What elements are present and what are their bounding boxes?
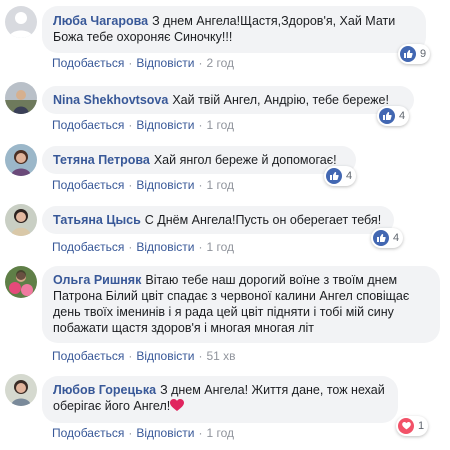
like-button[interactable]: Подобається bbox=[52, 56, 124, 70]
separator: · bbox=[128, 118, 133, 132]
separator: · bbox=[128, 426, 133, 440]
separator: · bbox=[198, 178, 203, 192]
comment-time[interactable]: 1 год bbox=[206, 240, 234, 254]
reply-button[interactable]: Відповісти bbox=[136, 349, 194, 363]
comment-actions: Подобається · Відповісти · 1 год bbox=[52, 178, 234, 192]
reaction-count: 4 bbox=[399, 110, 406, 122]
like-button[interactable]: Подобається bbox=[52, 178, 124, 192]
reply-button[interactable]: Відповісти bbox=[136, 426, 194, 440]
avatar[interactable] bbox=[5, 6, 37, 38]
comment-text: Хай твій Ангел, Андрію, тебе береже! bbox=[172, 93, 389, 107]
like-icon bbox=[373, 230, 389, 246]
like-icon bbox=[326, 168, 342, 184]
reply-button[interactable]: Відповісти bbox=[136, 118, 194, 132]
user-photo-icon bbox=[5, 144, 37, 176]
comment-actions: Подобається · Відповісти · 2 год bbox=[52, 56, 234, 70]
like-button[interactable]: Подобається bbox=[52, 118, 124, 132]
user-photo-icon bbox=[5, 82, 37, 114]
comment-author[interactable]: Любов Горецька bbox=[53, 383, 156, 397]
comment-actions: Подобається · Відповісти · 1 год bbox=[52, 118, 234, 132]
comment-time[interactable]: 51 хв bbox=[206, 349, 235, 363]
separator: · bbox=[128, 349, 133, 363]
user-photo-icon bbox=[5, 204, 37, 236]
user-photo-icon bbox=[5, 266, 37, 298]
comment-bubble: Татьяна Цысь С Днём Ангела!Пусть он обере… bbox=[42, 206, 394, 234]
avatar[interactable] bbox=[5, 144, 37, 176]
reaction-summary[interactable]: 9 bbox=[398, 44, 431, 64]
comment-text: Хай янгол береже й допомогає! bbox=[153, 153, 337, 167]
separator: · bbox=[128, 56, 133, 70]
reply-button[interactable]: Відповісти bbox=[136, 56, 194, 70]
user-photo-icon bbox=[5, 374, 37, 406]
comment-author[interactable]: Nina Shekhovtsova bbox=[53, 93, 168, 107]
comment-author[interactable]: Татьяна Цысь bbox=[53, 213, 141, 227]
love-icon bbox=[398, 418, 414, 434]
comment-time[interactable]: 2 год bbox=[206, 56, 234, 70]
like-button[interactable]: Подобається bbox=[52, 426, 124, 440]
avatar[interactable] bbox=[5, 82, 37, 114]
avatar[interactable] bbox=[5, 204, 37, 236]
comment-actions: Подобається · Відповісти · 1 год bbox=[52, 240, 234, 254]
comment-bubble: Ольга Ришняк Вітаю тебе наш дорогий воїне… bbox=[42, 266, 440, 343]
separator: · bbox=[198, 426, 203, 440]
comment-author[interactable]: Люба Чагарова bbox=[53, 14, 148, 28]
comment-bubble: Nina Shekhovtsova Хай твій Ангел, Андрію,… bbox=[42, 86, 414, 114]
separator: · bbox=[198, 118, 203, 132]
comment-actions: Подобається · Відповісти · 51 хв bbox=[52, 349, 236, 363]
comment-time[interactable]: 1 год bbox=[206, 426, 234, 440]
comment-author[interactable]: Тетяна Петрова bbox=[53, 153, 150, 167]
avatar[interactable] bbox=[5, 266, 37, 298]
default-avatar-icon bbox=[5, 6, 37, 38]
separator: · bbox=[128, 240, 133, 254]
reply-button[interactable]: Відповісти bbox=[136, 178, 194, 192]
comment-bubble: Люба Чагарова З днем Ангела!Щастя,Здоров'… bbox=[42, 6, 426, 53]
comment-author[interactable]: Ольга Ришняк bbox=[53, 273, 141, 287]
like-icon bbox=[400, 46, 416, 62]
reaction-count: 9 bbox=[420, 48, 427, 60]
comment-actions: Подобається · Відповісти · 1 год bbox=[52, 426, 234, 440]
reaction-summary[interactable]: 4 bbox=[324, 166, 357, 186]
avatar[interactable] bbox=[5, 374, 37, 406]
heart-emoji-icon bbox=[170, 399, 185, 416]
reaction-summary[interactable]: 1 bbox=[396, 416, 429, 436]
like-icon bbox=[379, 108, 395, 124]
reaction-count: 1 bbox=[418, 420, 425, 432]
comment-bubble: Тетяна Петрова Хай янгол береже й допомог… bbox=[42, 146, 356, 174]
reaction-count: 4 bbox=[346, 170, 353, 182]
like-button[interactable]: Подобається bbox=[52, 240, 124, 254]
comment-time[interactable]: 1 год bbox=[206, 178, 234, 192]
separator: · bbox=[198, 56, 203, 70]
separator: · bbox=[128, 178, 133, 192]
comment-text: С Днём Ангела!Пусть он оберегает тебя! bbox=[144, 213, 382, 227]
comment-time[interactable]: 1 год bbox=[206, 118, 234, 132]
reaction-summary[interactable]: 4 bbox=[377, 106, 410, 126]
separator: · bbox=[198, 349, 203, 363]
reaction-summary[interactable]: 4 bbox=[371, 228, 404, 248]
separator: · bbox=[198, 240, 203, 254]
like-button[interactable]: Подобається bbox=[52, 349, 124, 363]
reply-button[interactable]: Відповісти bbox=[136, 240, 194, 254]
comment-bubble: Любов Горецька З днем Ангела! Життя дане,… bbox=[42, 376, 398, 423]
reaction-count: 4 bbox=[393, 232, 400, 244]
